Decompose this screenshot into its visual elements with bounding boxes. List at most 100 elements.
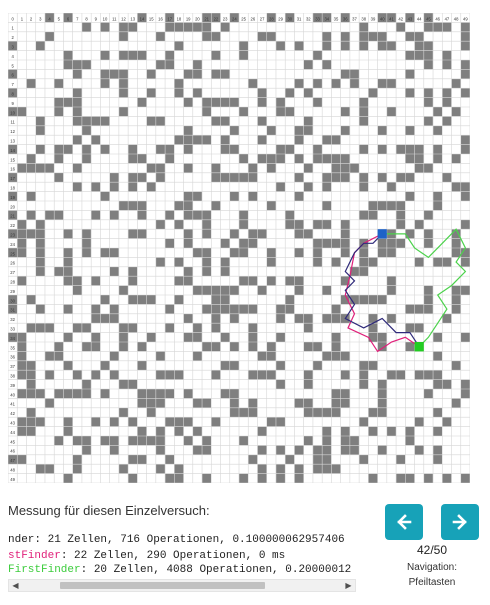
wall-cell	[35, 219, 45, 230]
column-label: 10	[103, 16, 108, 21]
wall-cell	[202, 473, 212, 483]
column-label: 38	[361, 16, 366, 21]
wall-cell	[91, 417, 101, 427]
next-button[interactable]	[441, 504, 479, 540]
wall-cell	[128, 201, 138, 211]
wall-cell	[405, 191, 415, 201]
wall-cell	[368, 201, 378, 211]
wall-cell	[54, 107, 64, 117]
wall-cell	[72, 276, 82, 286]
wall-cell	[137, 97, 147, 107]
wall-cell	[433, 22, 443, 32]
wall-cell	[294, 154, 304, 164]
wall-cell	[294, 78, 304, 89]
wall-cell	[81, 342, 92, 352]
wall-cell	[331, 78, 341, 89]
row-label: 21	[10, 214, 15, 219]
wall-cell	[239, 219, 249, 230]
wall-cell	[396, 210, 406, 220]
wall-cell	[312, 360, 323, 371]
wall-cell	[377, 78, 387, 89]
wall-cell	[72, 370, 82, 380]
wall-cell	[128, 276, 138, 286]
column-label: 46	[435, 16, 440, 21]
wall-cell	[386, 370, 397, 380]
wall-cell	[17, 454, 27, 465]
wall-cell	[266, 248, 276, 258]
scroll-left-icon[interactable]: ◀	[9, 580, 22, 591]
wall-cell	[165, 210, 175, 220]
wall-cell	[368, 295, 378, 305]
wall-cell	[433, 351, 443, 361]
wall-cell	[100, 248, 110, 258]
wall-cell	[63, 229, 73, 239]
wall-cell	[100, 50, 110, 60]
column-label: 11	[112, 16, 117, 21]
wall-cell	[192, 285, 203, 295]
wall-cell	[128, 323, 138, 333]
wall-cell	[192, 323, 203, 333]
wall-cell	[331, 398, 341, 408]
wall-cell	[433, 332, 443, 342]
wall-cell	[109, 304, 119, 314]
wall-cell	[312, 464, 323, 474]
wall-cell	[285, 144, 295, 154]
horizontal-scrollbar[interactable]: ◀ ▶	[8, 579, 356, 592]
previous-button[interactable]	[385, 504, 423, 540]
wall-cell	[202, 445, 212, 455]
wall-cell	[442, 97, 452, 107]
wall-cell	[155, 436, 166, 446]
wall-cell	[174, 370, 184, 380]
wall-cell	[414, 323, 424, 333]
wall-cell	[433, 426, 443, 436]
wall-cell	[155, 445, 166, 455]
wall-cell	[359, 360, 369, 371]
wall-cell	[285, 454, 295, 465]
wall-cell	[183, 191, 193, 201]
wall-cell	[54, 78, 64, 89]
wall-cell	[275, 360, 286, 371]
row-label: 44	[10, 430, 15, 435]
wall-cell	[266, 154, 276, 164]
wall-cell	[275, 154, 286, 164]
wall-cell	[248, 78, 258, 89]
wall-cell	[202, 285, 212, 295]
column-label: 40	[380, 16, 385, 21]
wall-cell	[174, 417, 184, 427]
column-label: 27	[260, 16, 265, 21]
wall-cell	[368, 473, 378, 483]
wall-cell	[155, 389, 166, 399]
wall-cell	[165, 154, 175, 164]
wall-cell	[460, 257, 470, 267]
wall-cell	[340, 31, 350, 42]
wall-cell	[257, 285, 267, 295]
wall-cell	[118, 78, 129, 89]
wall-cell	[275, 379, 286, 389]
row-label: 27	[10, 270, 15, 275]
wall-cell	[109, 248, 119, 258]
wall-cell	[423, 473, 434, 483]
row-label: 13	[10, 139, 15, 144]
wall-cell	[35, 116, 45, 126]
row-label: 36	[10, 355, 15, 360]
wall-cell	[266, 201, 276, 211]
wall-cell	[174, 88, 184, 98]
scroll-right-icon[interactable]: ▶	[342, 580, 355, 591]
wall-cell	[405, 50, 415, 60]
wall-cell	[386, 238, 397, 248]
wall-cell	[359, 454, 369, 465]
wall-cell	[128, 379, 138, 389]
wall-cell	[359, 370, 369, 380]
wall-cell	[174, 135, 184, 145]
wall-cell	[285, 276, 295, 286]
wall-cell	[340, 248, 350, 258]
wall-cell	[35, 248, 45, 258]
wall-cell	[414, 304, 424, 314]
wall-cell	[460, 285, 470, 295]
wall-cell	[26, 154, 36, 164]
wall-cell	[174, 426, 184, 436]
scrollbar-thumb[interactable]	[60, 582, 265, 589]
wall-cell	[331, 163, 341, 173]
wall-cell	[340, 229, 350, 239]
wall-cell	[229, 285, 239, 295]
